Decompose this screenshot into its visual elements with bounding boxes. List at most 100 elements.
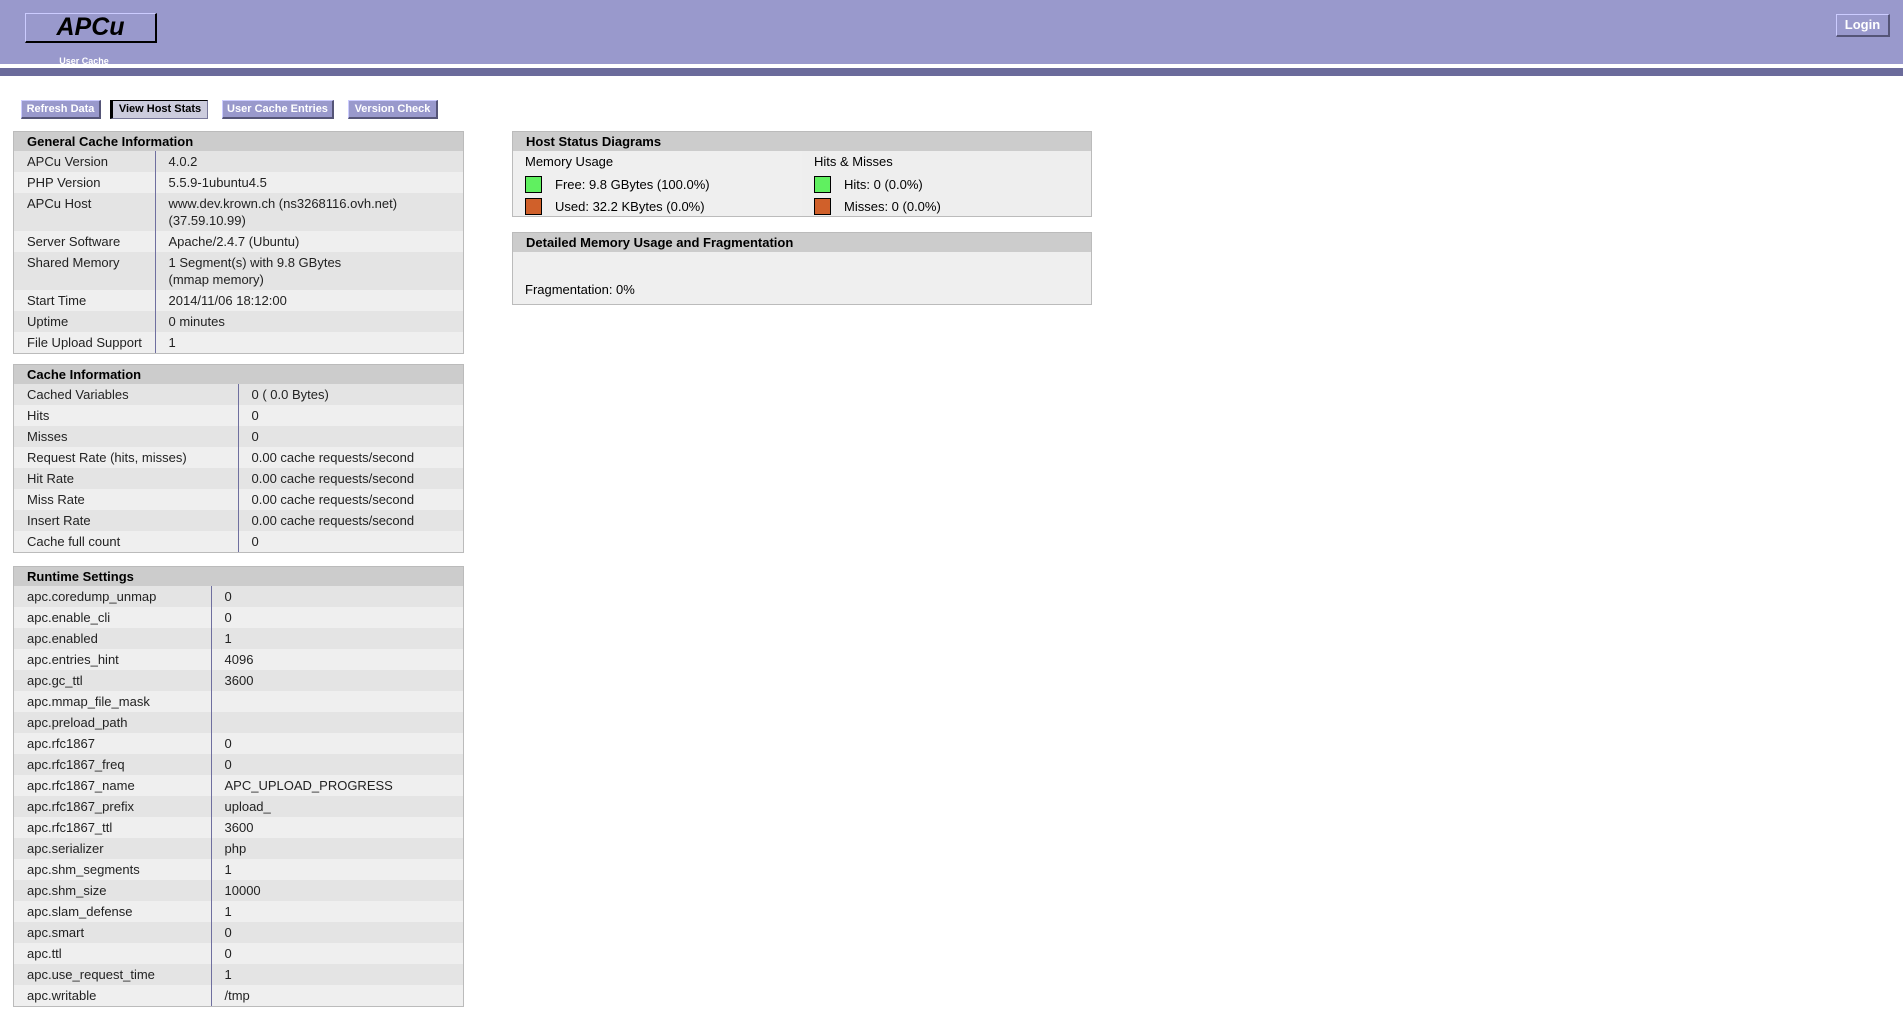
cache-info-key: Insert Rate bbox=[14, 510, 239, 531]
runtime-setting-value: upload_ bbox=[211, 796, 463, 817]
hits-misses-title: Hits & Misses bbox=[814, 154, 893, 169]
runtime-setting-value: 0 bbox=[211, 733, 463, 754]
general-info-value: www.dev.krown.ch (ns3268116.ovh.net) (37.… bbox=[155, 193, 463, 231]
general-info-value: Apache/2.4.7 (Ubuntu) bbox=[155, 231, 463, 252]
logo-title: APCu bbox=[56, 13, 125, 41]
runtime-setting-value-text: 0 bbox=[224, 610, 232, 625]
cache-info-row: Hits 0 bbox=[14, 405, 463, 426]
general-info-value-text: 1 Segment(s) with 9.8 GBytes bbox=[168, 255, 342, 270]
used-swatch bbox=[525, 197, 542, 215]
general-info-row: Shared Memory 1 Segment(s) with 9.8 GByte… bbox=[14, 252, 463, 290]
view-host-stats-button[interactable]: View Host Stats bbox=[110, 100, 208, 119]
runtime-setting-row: apc.smart 0 bbox=[14, 922, 463, 943]
runtime-setting-value: 4096 bbox=[211, 649, 463, 670]
used-label: Used: 32.2 KBytes (0.0%) bbox=[555, 198, 705, 214]
runtime-setting-value-text: 3600 bbox=[224, 673, 254, 688]
general-info-row: PHP Version 5.5.9-1ubuntu4.5 bbox=[14, 172, 463, 193]
runtime-setting-row: apc.enable_cli 0 bbox=[14, 607, 463, 628]
cache-info-key: Request Rate (hits, misses) bbox=[14, 447, 239, 468]
fragmentation-text: Fragmentation: 0% bbox=[513, 252, 1091, 304]
runtime-setting-value bbox=[211, 691, 463, 712]
runtime-setting-row: apc.rfc1867_prefix upload_ bbox=[14, 796, 463, 817]
runtime-setting-value: 10000 bbox=[211, 880, 463, 901]
general-info-value-text: 0 minutes bbox=[168, 314, 225, 329]
general-info-row: Start Time 2014/11/06 18:12:00 bbox=[14, 290, 463, 311]
general-info-key: APCu Host bbox=[14, 193, 156, 231]
runtime-setting-value: /tmp bbox=[211, 985, 463, 1006]
runtime-setting-key: apc.slam_defense bbox=[14, 901, 212, 922]
hits-label: Hits: 0 (0.0%) bbox=[844, 176, 923, 192]
runtime-setting-value: 3600 bbox=[211, 817, 463, 838]
general-info-value: 0 minutes bbox=[155, 311, 463, 332]
general-info-row: File Upload Support 1 bbox=[14, 332, 463, 353]
runtime-setting-key: apc.serializer bbox=[14, 838, 212, 859]
runtime-setting-value-text: APC_UPLOAD_PROGRESS bbox=[224, 778, 393, 793]
version-check-button[interactable]: Version Check bbox=[348, 100, 438, 119]
runtime-setting-key: apc.rfc1867_prefix bbox=[14, 796, 212, 817]
runtime-setting-value: 1 bbox=[211, 901, 463, 922]
cache-info-value: 0 bbox=[238, 426, 463, 447]
cache-info-value: 0 bbox=[238, 531, 463, 552]
cache-info-value-text: 0 bbox=[251, 429, 259, 444]
runtime-setting-key: apc.shm_segments bbox=[14, 859, 212, 880]
general-info-key: File Upload Support bbox=[14, 332, 156, 353]
runtime-setting-key: apc.writable bbox=[14, 985, 212, 1006]
runtime-setting-row: apc.rfc1867 0 bbox=[14, 733, 463, 754]
cache-info-value: 0.00 cache requests/second bbox=[238, 468, 463, 489]
general-info-row: Server Software Apache/2.4.7 (Ubuntu) bbox=[14, 231, 463, 252]
general-info-key: Uptime bbox=[14, 311, 156, 332]
general-info-row: APCu Host www.dev.krown.ch (ns3268116.ovh… bbox=[14, 193, 463, 231]
user-cache-entries-button[interactable]: User Cache Entries bbox=[222, 100, 334, 119]
runtime-setting-value-text: 1 bbox=[224, 862, 232, 877]
login-button[interactable]: Login bbox=[1836, 14, 1890, 37]
runtime-setting-key: apc.preload_path bbox=[14, 712, 212, 733]
cache-info-row: Insert Rate 0.00 cache requests/second bbox=[14, 510, 463, 531]
general-info-value: 5.5.9-1ubuntu4.5 bbox=[155, 172, 463, 193]
misses-label: Misses: 0 (0.0%) bbox=[844, 198, 941, 214]
cache-info-value-text: 0.00 cache requests/second bbox=[251, 471, 415, 486]
general-info-value: 1 Segment(s) with 9.8 GBytes (mmap memory… bbox=[155, 252, 463, 290]
runtime-setting-row: apc.serializer php bbox=[14, 838, 463, 859]
general-info-key: Server Software bbox=[14, 231, 156, 252]
runtime-setting-row: apc.shm_size 10000 bbox=[14, 880, 463, 901]
runtime-setting-key: apc.shm_size bbox=[14, 880, 212, 901]
runtime-setting-row: apc.slam_defense 1 bbox=[14, 901, 463, 922]
runtime-setting-value-text: 3600 bbox=[224, 820, 254, 835]
runtime-setting-value-text: 0 bbox=[224, 736, 232, 751]
host-status-heading: Host Status Diagrams bbox=[513, 132, 1091, 151]
runtime-setting-value: 1 bbox=[211, 859, 463, 880]
hits-misses-section: Hits & Misses Hits: 0 (0.0%) Misses: 0 (… bbox=[802, 151, 1091, 216]
cache-info-key: Hits bbox=[14, 405, 239, 426]
runtime-setting-key: apc.ttl bbox=[14, 943, 212, 964]
runtime-setting-value-text: 0 bbox=[224, 757, 232, 772]
runtime-setting-value: 0 bbox=[211, 607, 463, 628]
cache-info-row: Cache full count 0 bbox=[14, 531, 463, 552]
general-info-row: Uptime 0 minutes bbox=[14, 311, 463, 332]
legend-misses: Misses: 0 (0.0%) bbox=[814, 195, 1091, 217]
runtime-setting-value-text: 0 bbox=[224, 925, 232, 940]
cache-info-panel: Cache Information Cached Variables 0 ( 0.… bbox=[13, 364, 464, 553]
general-info-value-text: 4.0.2 bbox=[168, 154, 198, 169]
cache-info-value: 0.00 cache requests/second bbox=[238, 510, 463, 531]
runtime-setting-value-text: upload_ bbox=[224, 799, 271, 814]
refresh-data-button[interactable]: Refresh Data bbox=[21, 100, 101, 119]
runtime-setting-value: 0 bbox=[211, 754, 463, 775]
runtime-setting-key: apc.entries_hint bbox=[14, 649, 212, 670]
cache-info-value: 0.00 cache requests/second bbox=[238, 489, 463, 510]
general-cache-info-heading: General Cache Information bbox=[14, 132, 463, 151]
cache-info-value-text: 0 bbox=[251, 408, 259, 423]
runtime-setting-value: 0 bbox=[211, 586, 463, 607]
cache-info-row: Miss Rate 0.00 cache requests/second bbox=[14, 489, 463, 510]
runtime-setting-value-text: /tmp bbox=[224, 988, 250, 1003]
runtime-setting-value-text: 1 bbox=[224, 631, 232, 646]
fragmentation-heading: Detailed Memory Usage and Fragmentation bbox=[513, 233, 1091, 252]
runtime-setting-row: apc.gc_ttl 3600 bbox=[14, 670, 463, 691]
runtime-setting-row: apc.shm_segments 1 bbox=[14, 859, 463, 880]
runtime-setting-row: apc.preload_path bbox=[14, 712, 463, 733]
general-info-value-text: 2014/11/06 18:12:00 bbox=[168, 293, 287, 308]
runtime-setting-value: php bbox=[211, 838, 463, 859]
general-cache-info-table: APCu Version 4.0.2 PHP Version 5.5.9-1ubunt… bbox=[14, 151, 463, 353]
runtime-setting-value-text: 1 bbox=[224, 967, 232, 982]
runtime-settings-panel: Runtime Settings apc.coredump_unmap 0 apc.… bbox=[13, 566, 464, 1007]
runtime-setting-value-text: 1 bbox=[224, 904, 232, 919]
